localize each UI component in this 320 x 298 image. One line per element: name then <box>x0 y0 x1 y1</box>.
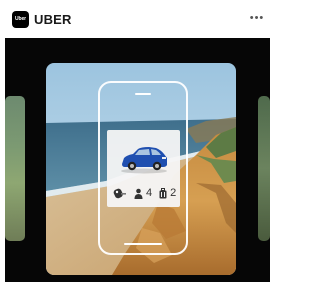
widget-footer <box>0 282 270 298</box>
image-carousel[interactable]: 4 2 <box>5 38 270 282</box>
ride-capacity-row: 4 2 <box>113 187 177 199</box>
car-key-icon <box>113 187 127 199</box>
carousel-next-card[interactable] <box>258 96 270 241</box>
luggage-icon <box>159 187 167 199</box>
widget-header: Uber UBER ••• <box>0 0 270 38</box>
phone-speaker <box>135 93 151 95</box>
uber-logo-icon: Uber <box>12 11 29 28</box>
phone-home-indicator <box>124 243 162 245</box>
seat-count: 4 <box>146 187 153 199</box>
car-icon <box>121 147 167 174</box>
carousel-prev-card[interactable] <box>5 96 25 241</box>
uber-widget: Uber UBER ••• 4 2 <box>0 0 270 298</box>
ride-option-card[interactable]: 4 2 <box>107 130 180 207</box>
person-icon <box>134 188 143 199</box>
app-title: UBER <box>34 12 72 27</box>
more-options-button[interactable]: ••• <box>248 9 266 27</box>
luggage-count: 2 <box>170 187 177 199</box>
